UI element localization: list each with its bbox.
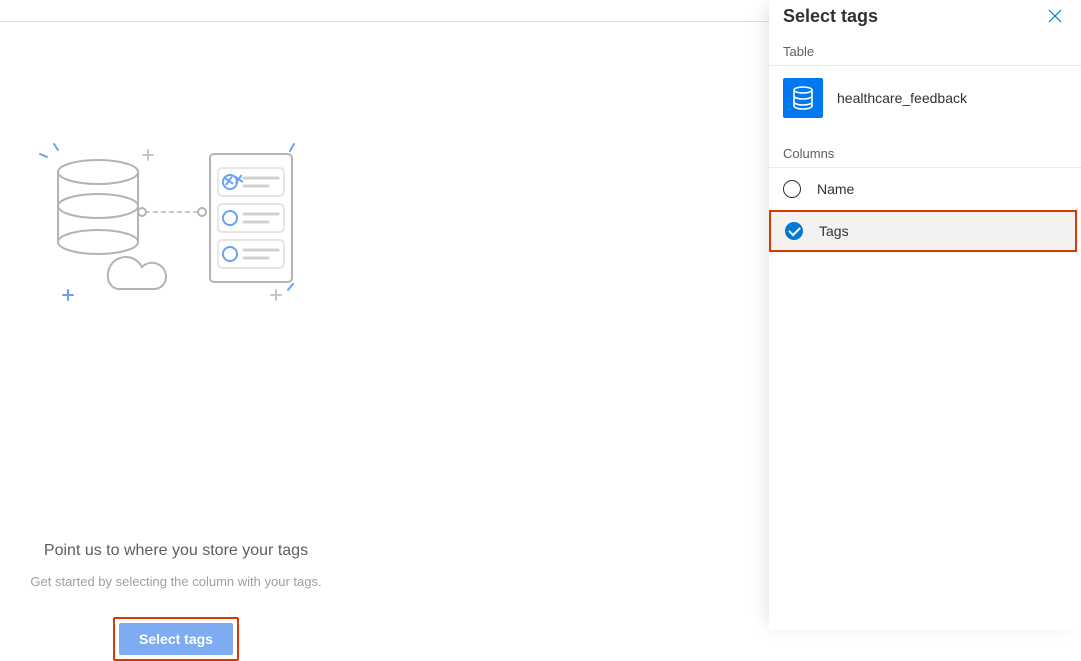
column-label: Name [817,181,854,197]
column-option-tags[interactable]: Tags [769,210,1077,252]
database-icon [783,78,823,118]
empty-state-illustration [38,142,298,302]
panel-title: Select tags [783,6,878,27]
main-content: Point us to where you store your tags Ge… [0,22,770,630]
select-tags-button-highlight: Select tags [113,617,239,661]
empty-state: Point us to where you store your tags Ge… [0,312,352,661]
column-label: Tags [819,223,849,239]
section-label-table: Table [769,28,1081,66]
empty-state-headline: Point us to where you store your tags [0,542,352,560]
top-border [0,0,770,22]
table-row: healthcare_feedback [769,66,1081,130]
table-name: healthcare_feedback [837,90,967,106]
column-option-name[interactable]: Name [769,168,1081,210]
radio-unchecked-icon [783,180,801,198]
select-tags-panel: Select tags Table healthcare_feedback Co… [769,0,1081,630]
select-tags-button[interactable]: Select tags [119,623,233,655]
radio-checked-icon [785,222,803,240]
empty-state-subline: Get started by selecting the column with… [0,574,352,589]
panel-header: Select tags [769,0,1081,28]
close-icon[interactable] [1043,4,1067,28]
section-label-columns: Columns [769,130,1081,168]
